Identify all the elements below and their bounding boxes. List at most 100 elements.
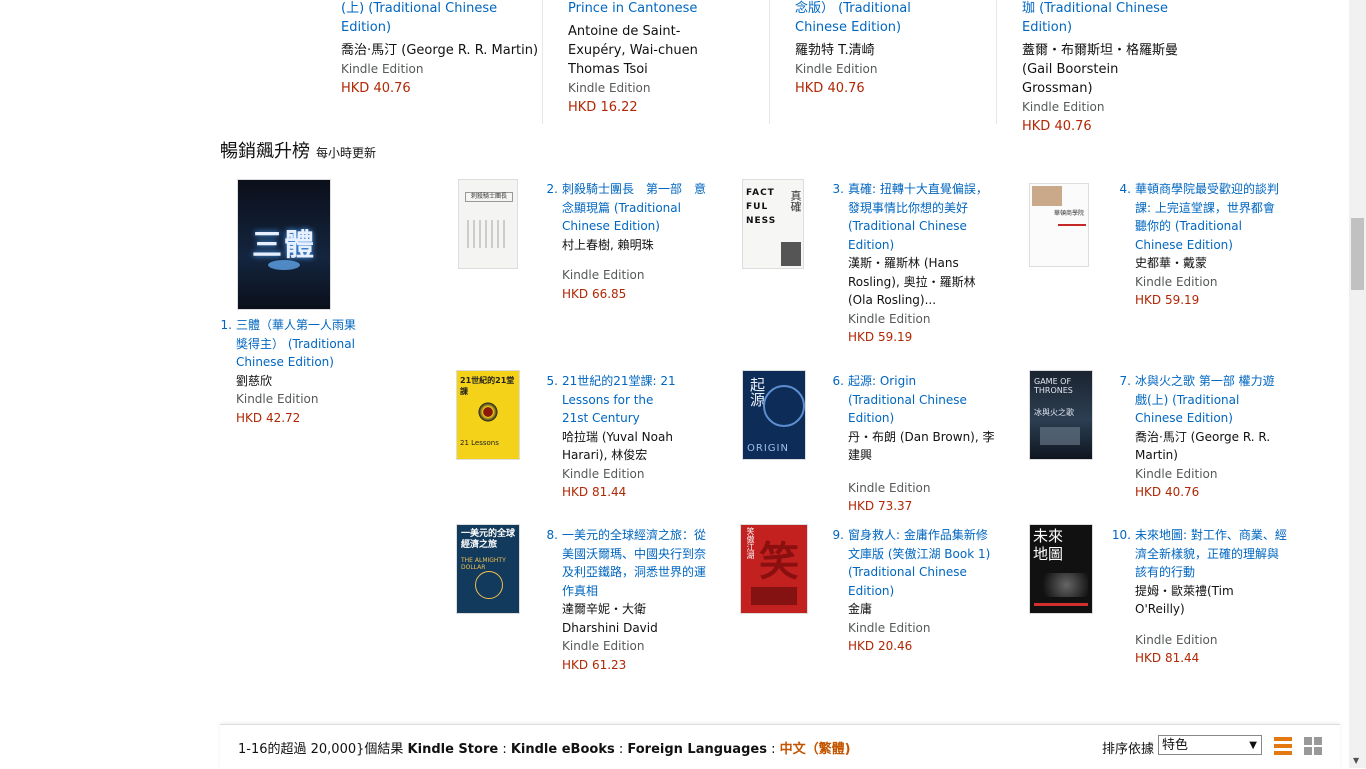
book-cover-1[interactable]: 三體 — [238, 180, 330, 309]
breadcrumb-kindle-store[interactable]: Kindle Store — [408, 742, 499, 757]
list-item: 1. 三體（華人第一人雨果獎得主） (Traditional Chinese E… — [221, 316, 366, 427]
section-heading: 暢銷飆升榜 每小時更新 — [220, 137, 376, 163]
breadcrumb-kindle-ebooks[interactable]: Kindle eBooks — [511, 742, 615, 757]
book-format: Kindle Edition — [795, 62, 878, 76]
book-cover-2[interactable]: 刺殺騎士團長 — [459, 180, 517, 268]
cover-subtitle: 21 Lessons — [460, 439, 499, 447]
book-format: Kindle Edition — [562, 466, 645, 481]
scroll-down-arrow-icon[interactable]: ▼ — [1353, 756, 1359, 765]
cover-pattern — [467, 220, 509, 248]
dropdown-arrow-icon: ▼ — [1249, 740, 1257, 751]
book-title[interactable]: 珈 (Traditional Chinese Edition) — [1022, 0, 1172, 37]
cover-text: 三體 — [252, 228, 316, 263]
book-title[interactable]: 窗身救人: 金庸作品集新修文庫版 (笑傲江湖 Book 1) (Traditio… — [848, 526, 998, 600]
book-title[interactable]: 念版） (Traditional Chinese Edition) — [795, 0, 965, 37]
book-format: Kindle Edition — [848, 311, 931, 326]
scrollbar-thumb[interactable] — [1351, 218, 1364, 290]
cover-text: FACT FUL NESS — [746, 188, 777, 226]
divider — [542, 0, 543, 124]
cover-text: 21世紀的21堂課 — [460, 376, 515, 396]
breadcrumb-language: 中文（繁體) — [779, 742, 851, 757]
book-cover-7[interactable]: GAME OF THRONES 冰與火之歌 — [1030, 371, 1092, 459]
book-cover-4[interactable]: 華頓商學院 — [1030, 184, 1088, 266]
book-cover-8[interactable]: 一美元的全球經濟之旅 THE ALMIGHTY DOLLAR — [457, 525, 519, 613]
book-price: HKD 81.44 — [1135, 651, 1200, 665]
list-item: 9. 窗身救人: 金庸作品集新修文庫版 (笑傲江湖 Book 1) (Tradi… — [833, 526, 998, 656]
book-cover-5[interactable]: 21世紀的21堂課 21 Lessons — [457, 371, 519, 459]
cover-figure — [751, 587, 797, 605]
book-author: 村上春樹, 賴明珠 — [562, 237, 654, 252]
rank: 7. — [1119, 374, 1131, 388]
breadcrumb-sep: : — [766, 742, 780, 757]
cover-subtitle: ORIGIN — [747, 443, 789, 454]
cover-text: 未來地圖 — [1033, 527, 1064, 563]
list-view-icon[interactable] — [1274, 737, 1292, 755]
book-price: HKD 59.19 — [1135, 293, 1200, 307]
book-cover-10[interactable]: 未來地圖 — [1030, 525, 1092, 613]
rank: 3. — [832, 182, 844, 196]
cover-emblem — [763, 385, 805, 427]
results-bar: 1-16的超過 20,000}個結果 Kindle Store : Kindle… — [220, 724, 1340, 769]
book-author: 羅勃特 T.清崎 — [795, 43, 875, 58]
vertical-scrollbar[interactable]: ▼ — [1349, 0, 1366, 768]
book-title[interactable]: (上) (Traditional Chinese Edition) — [341, 0, 541, 37]
book-price: HKD 81.44 — [562, 485, 627, 499]
list-item: 4. 華頓商學院最受歡迎的談判課: 上完這堂課，世界都會聽你的 (Traditi… — [1120, 180, 1285, 310]
book-title[interactable]: 三體（華人第一人雨果獎得主） (Traditional Chinese Edit… — [236, 316, 366, 372]
book-author: 提姆・歐萊禮(Tim O'Reilly) — [1135, 583, 1234, 617]
book-format: Kindle Edition — [562, 639, 645, 653]
book-author: 史都華・戴蒙 — [1135, 256, 1208, 270]
book-title[interactable]: 冰與火之歌 第一部 權力遊戲(上) (Traditional Chinese E… — [1135, 372, 1285, 428]
divider — [996, 0, 997, 124]
grid-view-icon[interactable] — [1304, 737, 1322, 755]
book-cover-6[interactable]: 起源 ORIGIN — [743, 371, 805, 459]
book-title[interactable]: 21世紀的21堂課: 21 Lessons for the 21st Centu… — [562, 372, 682, 428]
results-count: 1-16的超過 20,000}個結果 — [238, 742, 404, 757]
book-author: Antoine de Saint-Exupéry, Wai-chuen Thom… — [568, 24, 698, 77]
book-format: Kindle Edition — [562, 268, 645, 282]
cover-title: 笑傲江湖 — [746, 527, 755, 559]
book-title[interactable]: 未來地圖: 對工作、商業、經濟全新樣貌，正確的理解與該有的行動 — [1135, 526, 1287, 582]
sort-label: 排序依據 — [1102, 742, 1155, 757]
sort-select[interactable]: 特色 ▼ — [1158, 735, 1262, 755]
cover-stripe — [1034, 603, 1088, 606]
book-cover-9[interactable]: 笑傲江湖 笑 — [741, 525, 807, 613]
cover-stripe — [1058, 224, 1086, 226]
book-price: HKD 66.85 — [562, 286, 627, 301]
book-author: 丹・布朗 (Dan Brown), 李建興 — [848, 429, 995, 463]
book-price: HKD 40.76 — [1022, 119, 1092, 134]
book-author: 漢斯・羅斯林 (Hans Rosling), 奥拉・羅斯林 (Ola Rosli… — [848, 256, 976, 307]
cover-emblem — [475, 571, 503, 599]
book-title[interactable]: 一美元的全球經濟之旅：從美國沃爾瑪、中國央行到奈及利亞鐵路，洞悉世界的運作真相 — [562, 526, 714, 600]
book-title[interactable]: 刺殺騎士團長 第一部 意念顯現篇 (Traditional Chinese Ed… — [562, 180, 712, 236]
cover-text: GAME OF THRONES — [1034, 377, 1073, 395]
results-breadcrumb: 1-16的超過 20,000}個結果 Kindle Store : Kindle… — [238, 738, 851, 757]
book-price: HKD 40.76 — [341, 81, 411, 96]
book-title[interactable]: 華頓商學院最受歡迎的談判課: 上完這堂課，世界都會聽你的 (Traditiona… — [1135, 180, 1285, 254]
breadcrumb-sep: : — [614, 742, 628, 757]
book-format: Kindle Edition — [848, 620, 931, 635]
book-price: HKD 59.19 — [848, 330, 913, 344]
cover-emblem — [268, 260, 300, 270]
cover-text: 笑 — [759, 539, 799, 585]
book-cover-3[interactable]: FACT FUL NESS 真確 — [743, 180, 803, 268]
cover-photo — [1032, 186, 1062, 206]
cover-text: 刺殺騎士團長 — [465, 192, 513, 202]
book-author: 金庸 — [848, 602, 873, 616]
book-format: Kindle Edition — [1135, 466, 1218, 481]
cover-emblem — [477, 401, 499, 423]
cover-scene — [1040, 427, 1080, 445]
list-item: 10. 未來地圖: 對工作、商業、經濟全新樣貌，正確的理解與該有的行動 提姆・歐… — [1112, 526, 1287, 668]
cover-subtitle: THE ALMIGHTY DOLLAR — [461, 557, 506, 571]
rank: 10. — [1111, 528, 1131, 542]
book-price: HKD 40.76 — [1135, 485, 1200, 499]
book-title[interactable]: 真確: 扭轉十大直覺偏誤，發現事情比你想的美好 (Traditional Chi… — [848, 180, 998, 254]
breadcrumb-foreign-languages[interactable]: Foreign Languages — [627, 742, 767, 757]
book-title[interactable]: 起源: Origin (Traditional Chinese Edition) — [848, 372, 978, 428]
book-format: Kindle Edition — [1135, 274, 1218, 289]
rank: 5. — [546, 374, 558, 388]
book-author: 喬治·馬汀 (George R. R. Martin) — [1135, 429, 1271, 463]
cover-title: 真確 — [789, 190, 802, 212]
book-title[interactable]: Prince in Cantonese — [568, 0, 768, 18]
book-format: Kindle Edition — [568, 81, 651, 95]
